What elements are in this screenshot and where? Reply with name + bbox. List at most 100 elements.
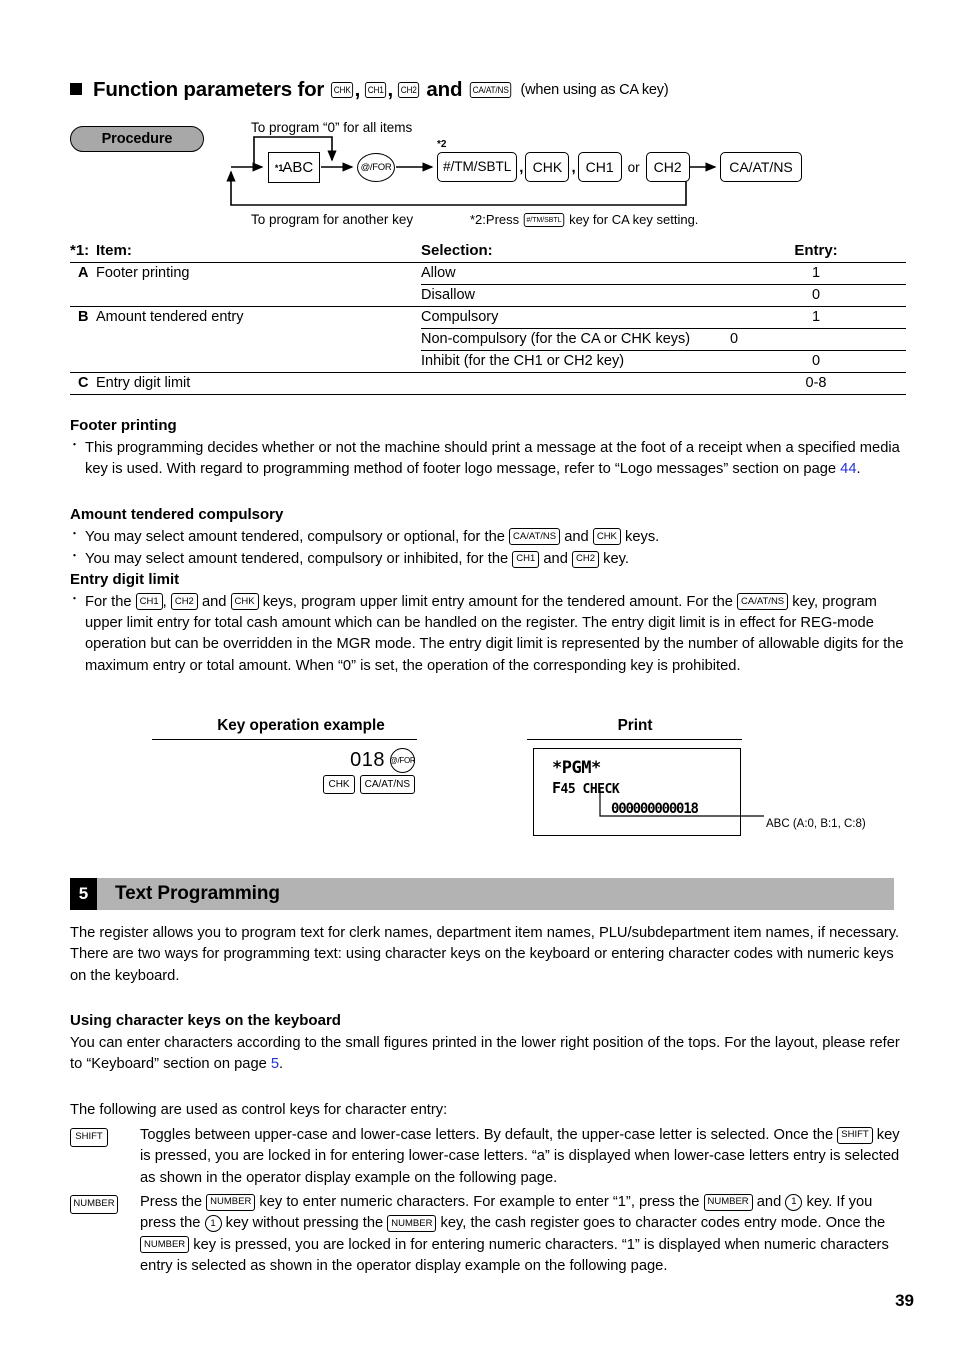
- using-char-keys-heading: Using character keys on the keyboard: [70, 1012, 341, 1029]
- parameter-table: *1: Item: Selection: Entry: A Footer pri…: [70, 240, 906, 395]
- row-entry: 0: [726, 350, 906, 373]
- key-number-inline-icon-1: NUMBER: [206, 1193, 256, 1211]
- key-one-icon-2: 1: [204, 1214, 222, 1232]
- key-ch2-icon: CH2: [170, 593, 198, 611]
- control-key-shift-cell: SHIFT: [70, 1125, 140, 1189]
- page-number: 39: [895, 1291, 914, 1310]
- control-key-shift-row: SHIFT Toggles between upper-case and low…: [70, 1125, 910, 1189]
- row-entry: 0-8: [726, 372, 906, 395]
- node-abc-label: ABC: [282, 159, 314, 176]
- shift-text-1: Toggles between upper-case and lower-cas…: [140, 1127, 834, 1143]
- key-number-inline-icon-4: NUMBER: [140, 1236, 190, 1254]
- page-link-44[interactable]: 44: [840, 461, 856, 477]
- footer-printing-section: Footer printing This programming decides…: [69, 415, 910, 481]
- number-text-2: key to enter numeric characters. For exa…: [259, 1194, 700, 1210]
- section-5-header: 5 Text Programming: [70, 878, 894, 910]
- row-selection: [421, 372, 726, 395]
- row-letter: [70, 329, 96, 351]
- bullet-text: and: [564, 528, 589, 545]
- control-key-number-cell: NUMBER: [70, 1192, 140, 1277]
- key-sequence-line-1: 018 @/FOR: [255, 748, 416, 773]
- bullet-text-end: .: [856, 461, 861, 478]
- print-title: Print: [617, 717, 653, 734]
- print-f-prefix: F: [552, 779, 561, 797]
- key-tm-sbtl-diagram-icon: #/TM/SBTL: [437, 152, 518, 182]
- table-header-item: Item:: [96, 242, 132, 259]
- control-key-number-row: NUMBER Press the NUMBER key to enter num…: [70, 1192, 910, 1277]
- manual-page: Function parameters for CHK , CH1 , CH2 …: [0, 0, 954, 1349]
- control-keys-intro: The following are used as control keys f…: [70, 1102, 448, 1118]
- bullet-text: and: [201, 593, 227, 610]
- number-text-1: Press the: [140, 1194, 203, 1210]
- list-item: This programming decides whether or not …: [69, 438, 910, 481]
- keygroup-comma-1: ,: [519, 158, 524, 176]
- table-row: Non-compulsory (for the CA or CHK keys) …: [70, 328, 906, 351]
- key-ca-at-ns-icon: CA/AT/NS: [359, 775, 415, 794]
- section-5-intro: The register allows you to program text …: [70, 925, 900, 984]
- key-ch2-icon: CH2: [572, 550, 600, 568]
- bullet-text: key.: [603, 551, 629, 568]
- row-item: Entry digit limit: [96, 372, 421, 395]
- row-entry: 0: [726, 328, 906, 351]
- amount-tendered-heading: Amount tendered compulsory: [70, 506, 284, 523]
- number-text-3: and: [756, 1194, 782, 1210]
- key-number-inline-icon-3: NUMBER: [387, 1214, 437, 1232]
- key-chk-icon: CHK: [230, 593, 259, 611]
- row-entry: 1: [726, 306, 906, 329]
- key-number-inline-icon-2: NUMBER: [703, 1193, 753, 1211]
- table-header-selection: Selection:: [421, 242, 493, 259]
- key-one-icon-1: 1: [785, 1193, 803, 1211]
- footnote-prefix: *2:Press: [470, 212, 520, 227]
- row-item: Footer printing: [96, 262, 421, 285]
- key-shift-inline-icon: SHIFT: [837, 1126, 873, 1144]
- bullet-text: keys.: [624, 528, 660, 545]
- paragraph-text-end: .: [279, 1056, 284, 1073]
- table-header-entry: Entry:: [794, 242, 838, 259]
- entry-digit-limit-heading: Entry digit limit: [70, 571, 180, 588]
- footer-printing-heading: Footer printing: [70, 417, 177, 434]
- row-item: [96, 351, 421, 373]
- bullet-text: keys, program upper limit entry amount f…: [262, 593, 733, 610]
- key-chk-icon: CHK: [323, 775, 355, 794]
- table-star1-marker: *1:: [70, 242, 90, 259]
- row-item: [96, 285, 421, 307]
- bullet-text: and: [543, 551, 568, 568]
- entry-value-018: 018: [350, 749, 385, 771]
- procedure-key-group: #/TM/SBTL , CHK , CH1 or CH2: [437, 152, 690, 182]
- number-text-5: key without pressing the: [225, 1215, 384, 1232]
- star2-marker: *2: [437, 139, 447, 150]
- key-chk-icon: CHK: [592, 528, 621, 546]
- section-5-number: 5: [70, 878, 97, 910]
- keygroup-comma-2: ,: [571, 158, 576, 176]
- procedure-diagram: To program “0” for all items To program …: [0, 0, 954, 250]
- key-operation-example-title: Key operation example: [217, 717, 385, 734]
- abc-callout-label: ABC (A:0, B:1, C:8): [766, 818, 866, 830]
- procedure-footnote: *2:Press #/TM/SBTL key for CA key settin…: [470, 212, 698, 227]
- row-letter: [70, 351, 96, 373]
- list-item: For the CH1, CH2 and CHK keys, program u…: [69, 592, 910, 677]
- using-char-keys-section: Using character keys on the keyboard You…: [70, 1010, 910, 1075]
- row-letter: C: [70, 372, 96, 395]
- label-program-zero: To program “0” for all items: [251, 120, 413, 135]
- key-tm-sbtl-icon: #/TM/SBTL: [523, 212, 565, 227]
- table-row: B Amount tendered entry Compulsory 1: [70, 306, 906, 329]
- row-selection: Compulsory: [421, 306, 726, 329]
- table-row: Inhibit (for the CH1 or CH2 key) 0: [70, 350, 906, 373]
- amount-tendered-section: Amount tendered compulsory You may selec…: [69, 504, 910, 571]
- bullet-text: You may select amount tendered, compulso…: [85, 528, 505, 545]
- footnote-suffix: key for CA key setting.: [569, 212, 699, 227]
- table-header-row: *1: Item: Selection: Entry:: [70, 240, 906, 263]
- key-ch1-icon: CH1: [512, 550, 540, 568]
- entry-digit-limit-section: Entry digit limit For the CH1, CH2 and C…: [69, 569, 910, 678]
- print-line-pgm: *PGM*: [552, 758, 601, 778]
- list-item: You may select amount tendered, compulso…: [69, 527, 910, 548]
- bullet-text: For the: [85, 593, 132, 610]
- row-selection: Allow: [421, 262, 726, 285]
- key-operation-sequence: 018 @/FOR CHK CA/AT/NS: [255, 748, 416, 794]
- number-text-7: key is pressed, you are locked in for en…: [140, 1236, 889, 1274]
- node-abc: *1 ABC: [268, 152, 320, 183]
- key-ca-at-ns-icon: CA/AT/NS: [737, 593, 789, 611]
- bullet-text: This programming decides whether or not …: [85, 439, 900, 478]
- key-chk-diagram-icon: CHK: [525, 152, 570, 182]
- page-link-5[interactable]: 5: [271, 1056, 279, 1072]
